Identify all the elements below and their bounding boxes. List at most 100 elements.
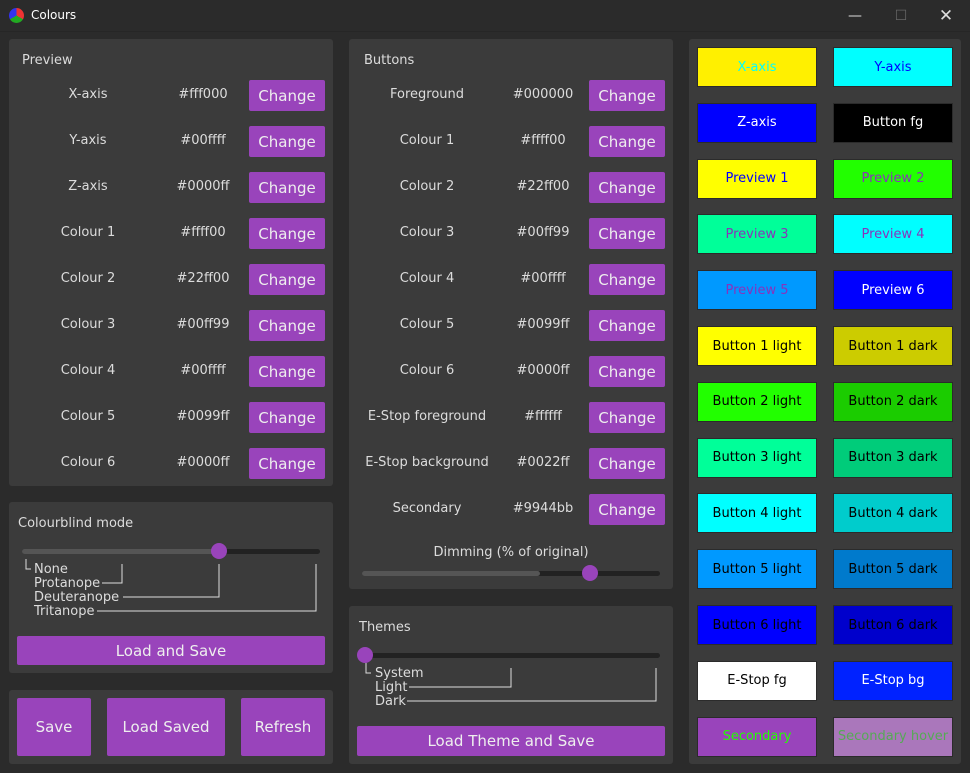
colourblind-option-deuteranope: Deuteranope	[34, 590, 120, 605]
preview-row-hex: #0000ff	[176, 455, 230, 470]
swatch-button-4-dark[interactable]: Button 4 dark	[833, 493, 953, 534]
preview-change-button[interactable]: Change	[249, 356, 325, 387]
app-icon	[9, 8, 24, 23]
buttons-row-name: Colour 1	[399, 133, 455, 148]
buttons-row-hex: #00ff99	[516, 225, 570, 240]
swatch-button-3-light[interactable]: Button 3 light	[697, 437, 817, 478]
buttons-row-name: Foreground	[389, 87, 465, 102]
preview-row-name: X-axis	[68, 87, 108, 102]
swatch-secondary[interactable]: Secondary	[697, 716, 817, 757]
preview-change-button[interactable]: Change	[249, 80, 325, 111]
preview-change-button[interactable]: Change	[249, 448, 325, 479]
preview-change-button[interactable]: Change	[249, 126, 325, 157]
buttons-row-hex: #ffffff	[524, 409, 562, 424]
colourblind-option-none: None	[34, 562, 68, 577]
buttons-row-hex: #ffff00	[520, 133, 566, 148]
buttons-row-name: E-Stop foreground	[367, 409, 487, 424]
buttons-row-hex: #0000ff	[516, 363, 570, 378]
buttons-row-name: Colour 6	[399, 363, 455, 378]
colourblind-option-tritanope: Tritanope	[34, 604, 95, 619]
dimming-slider-handle[interactable]	[582, 565, 599, 581]
buttons-change-button[interactable]: Change	[589, 448, 665, 479]
preview-heading: Preview	[22, 53, 73, 68]
buttons-heading: Buttons	[364, 53, 415, 68]
preview-row-name: Y-axis	[69, 133, 107, 148]
buttons-change-button[interactable]: Change	[589, 80, 665, 111]
preview-change-button[interactable]: Change	[249, 218, 325, 249]
swatch-button-fg[interactable]: Button fg	[833, 102, 953, 143]
buttons-row-name: Colour 2	[399, 179, 455, 194]
load-and-save-button[interactable]: Load and Save	[17, 636, 325, 665]
actions-panel: Save Load Saved Refresh	[9, 690, 333, 764]
minimize-icon[interactable]: —	[832, 0, 878, 31]
preview-change-button[interactable]: Change	[249, 264, 325, 295]
buttons-row-hex: #22ff00	[516, 179, 570, 194]
swatch-button-1-light[interactable]: Button 1 light	[697, 326, 817, 366]
buttons-row-name: Colour 3	[399, 225, 455, 240]
swatch-button-6-dark[interactable]: Button 6 dark	[833, 605, 953, 645]
preview-row-name: Colour 2	[60, 271, 116, 286]
swatch-z-axis[interactable]: Z-axis	[697, 102, 817, 143]
save-button[interactable]: Save	[17, 698, 91, 756]
swatch-secondary-hover[interactable]: Secondary hover	[833, 716, 953, 757]
close-icon[interactable]: ✕	[923, 0, 969, 31]
window-title: Colours	[31, 8, 77, 22]
preview-row-hex: #00ffff	[180, 133, 226, 148]
swatch-preview-5[interactable]: Preview 5	[697, 270, 817, 311]
swatch-button-1-dark[interactable]: Button 1 dark	[833, 326, 953, 366]
maximize-icon[interactable]: ☐	[878, 0, 924, 31]
buttons-change-button[interactable]: Change	[589, 126, 665, 157]
swatch-preview-4[interactable]: Preview 4	[833, 214, 953, 255]
preview-panel: Preview X-axis #fff000 Change Y-axis #00ffff…	[9, 39, 333, 486]
preview-row-hex: #00ff99	[176, 317, 230, 332]
swatch-button-6-light[interactable]: Button 6 light	[697, 605, 817, 645]
dimming-label: Dimming (% of original)	[433, 545, 589, 560]
preview-row-hex: #0000ff	[176, 179, 230, 194]
load-theme-and-save-button[interactable]: Load Theme and Save	[357, 726, 665, 756]
theme-option-system: System	[375, 666, 424, 681]
colourblind-option-protanope: Protanope	[34, 576, 101, 591]
swatch-x-axis[interactable]: X-axis	[697, 47, 817, 87]
buttons-change-button[interactable]: Change	[589, 402, 665, 433]
preview-row-name: Z-axis	[68, 179, 108, 194]
swatch-button-2-light[interactable]: Button 2 light	[697, 381, 817, 422]
swatch-preview-3[interactable]: Preview 3	[697, 214, 817, 255]
swatch-y-axis[interactable]: Y-axis	[833, 47, 953, 87]
preview-change-button[interactable]: Change	[249, 172, 325, 203]
swatch-e-stop-fg[interactable]: E-Stop fg	[697, 660, 817, 701]
swatch-button-4-light[interactable]: Button 4 light	[697, 493, 817, 534]
preview-row-name: Colour 5	[60, 409, 116, 424]
buttons-row-hex: #9944bb	[512, 501, 574, 516]
refresh-button[interactable]: Refresh	[241, 698, 325, 756]
buttons-row-hex: #00ffff	[520, 271, 566, 286]
preview-row-hex: #0099ff	[176, 409, 230, 424]
swatch-button-5-dark[interactable]: Button 5 dark	[833, 549, 953, 590]
buttons-row-hex: #0022ff	[516, 455, 570, 470]
preview-row-hex: #ffff00	[180, 225, 226, 240]
buttons-row-name: Secondary	[392, 501, 462, 516]
preview-row-name: Colour 4	[60, 363, 116, 378]
buttons-change-button[interactable]: Change	[589, 218, 665, 249]
preview-change-button[interactable]: Change	[249, 402, 325, 433]
swatch-button-3-dark[interactable]: Button 3 dark	[833, 437, 953, 478]
buttons-change-button[interactable]: Change	[589, 172, 665, 203]
buttons-change-button[interactable]: Change	[589, 494, 665, 525]
buttons-row-name: Colour 4	[399, 271, 455, 286]
buttons-change-button[interactable]: Change	[589, 310, 665, 341]
preview-change-button[interactable]: Change	[249, 310, 325, 341]
preview-row-name: Colour 1	[60, 225, 116, 240]
preview-row-hex: #fff000	[178, 87, 228, 102]
themes-panel: Themes System Light Dark Load Theme and …	[349, 606, 673, 764]
swatch-button-5-light[interactable]: Button 5 light	[697, 549, 817, 590]
dimming-slider[interactable]	[362, 571, 660, 576]
buttons-row-name: E-Stop background	[365, 455, 489, 470]
load-saved-button[interactable]: Load Saved	[107, 698, 225, 756]
buttons-change-button[interactable]: Change	[589, 264, 665, 295]
swatch-e-stop-bg[interactable]: E-Stop bg	[833, 660, 953, 701]
buttons-change-button[interactable]: Change	[589, 356, 665, 387]
swatch-button-2-dark[interactable]: Button 2 dark	[833, 381, 953, 422]
swatch-preview-2[interactable]: Preview 2	[833, 158, 953, 199]
swatch-preview-6[interactable]: Preview 6	[833, 270, 953, 311]
swatch-preview-1[interactable]: Preview 1	[697, 158, 817, 199]
preview-row-name: Colour 6	[60, 455, 116, 470]
